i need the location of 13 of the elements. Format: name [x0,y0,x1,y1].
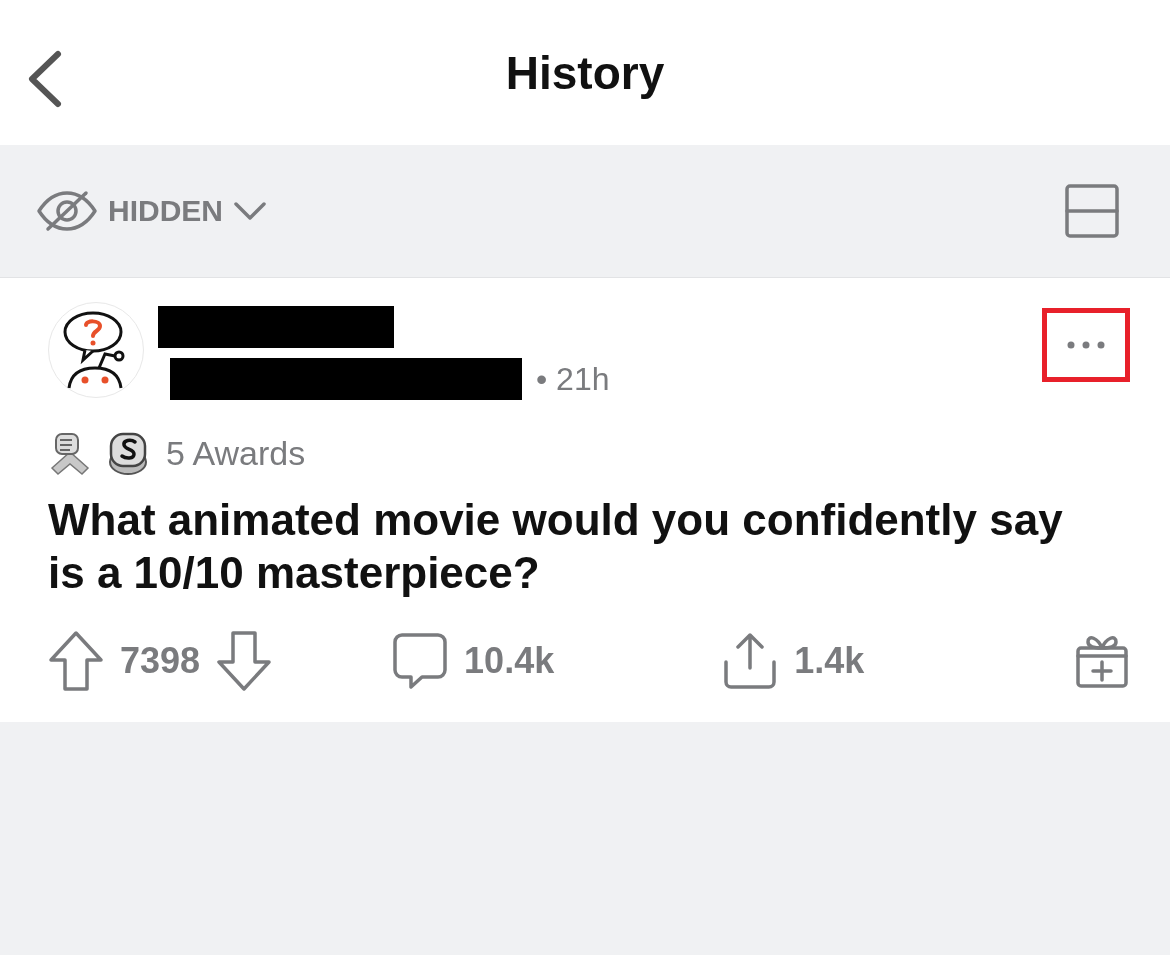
eye-slash-icon [36,189,98,233]
comment-count: 10.4k [464,639,555,682]
post-time: • 21h [536,360,610,398]
vote-count: 7398 [120,639,201,682]
chevron-down-icon [233,201,267,221]
share-count: 1.4k [794,639,865,682]
page-title: History [505,45,665,100]
coin-award-icon [106,430,150,476]
more-icon [1066,340,1106,350]
filter-dropdown[interactable]: HIDDEN [36,189,267,233]
more-options-button[interactable] [1042,308,1130,382]
post-title[interactable]: What animated movie would you confidently say is a 10/10 masterpiece? [48,494,1108,600]
awards-count: 5 Awards [166,433,306,473]
